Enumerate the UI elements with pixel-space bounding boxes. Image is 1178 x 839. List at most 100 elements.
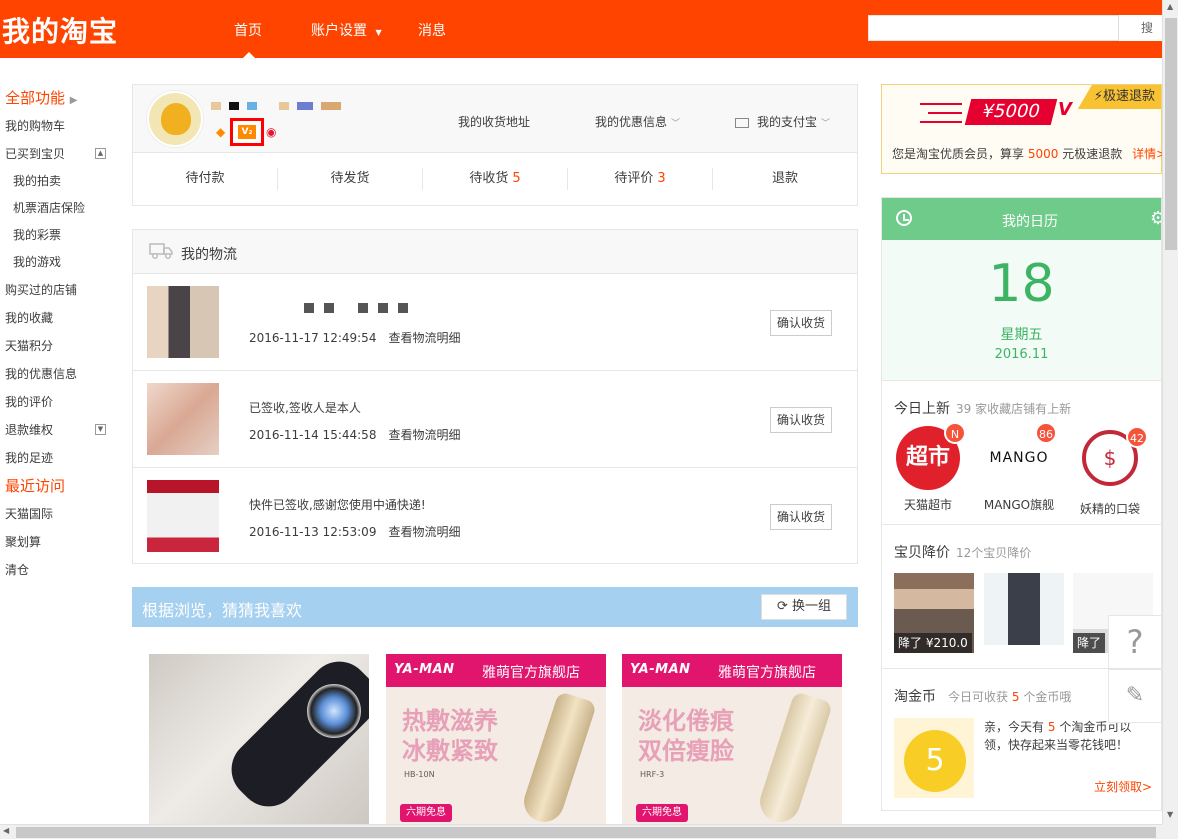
price-drop-item[interactable]: [984, 573, 1064, 645]
sidebar-item-tmall-points[interactable]: 天猫积分: [0, 332, 120, 360]
confirm-receipt-button[interactable]: 确认收货: [770, 504, 832, 530]
sidebar-item-lottery[interactable]: 我的彩票: [0, 222, 120, 249]
fast-refund-banner[interactable]: ⚡极速退款 ¥5000 V 您是淘宝优质会员，算享 5000 元极速退款 详情>: [881, 84, 1166, 174]
calendar-day: 18: [988, 254, 1055, 314]
vip-level-highlight[interactable]: V₂: [230, 118, 264, 146]
sidebar-item-games[interactable]: 我的游戏: [0, 249, 120, 276]
slogan-line: 双倍瘦脸: [638, 737, 734, 765]
coins-sub: 今日可收获 5 个金币哦: [948, 690, 1071, 704]
shop-name: MANGO旗舰: [983, 498, 1055, 512]
shop-name: 妖精的口袋: [1079, 502, 1140, 516]
scroll-left-icon[interactable]: ◀: [3, 826, 9, 835]
scroll-down-icon[interactable]: ▼: [1167, 810, 1173, 819]
price-drop-title: 宝贝降价 12个宝贝降价: [894, 542, 1031, 562]
logistics-header: 我的物流: [133, 230, 857, 274]
shop-yaojing[interactable]: $ 42 妖精的口袋: [1070, 426, 1150, 517]
refresh-button[interactable]: ⟳ 换一组: [761, 594, 847, 620]
product-banner: YA-MAN 雅萌官方旗舰店: [622, 654, 842, 687]
horizontal-scrollbar[interactable]: ◀: [0, 824, 1162, 839]
alipay-icon: [735, 117, 749, 128]
refresh-label: 换一组: [792, 599, 832, 614]
shop-name: 天猫超市: [903, 498, 952, 512]
view-logistics-link[interactable]: 查看物流明细: [388, 331, 460, 345]
sidebar-item-travel[interactable]: 机票酒店保险: [0, 195, 120, 222]
logistics-panel: 我的物流 2016-11-17 12:49:54 查看物流明细 确认收货 已签收,…: [132, 229, 858, 564]
claim-coins-link[interactable]: 立刻领取>: [1094, 778, 1152, 795]
vertical-scrollbar[interactable]: ▲ ▼: [1162, 0, 1178, 824]
new-today-title: 今日上新 39 家收藏店铺有上新: [894, 398, 1071, 418]
tab-refunds[interactable]: 退款: [713, 168, 857, 190]
sidebar-item-tmall-global[interactable]: 天猫国际: [0, 500, 120, 528]
confirm-receipt-button[interactable]: 确认收货: [770, 407, 832, 433]
view-logistics-link[interactable]: 查看物流明细: [388, 428, 460, 442]
expand-icon[interactable]: ▼: [95, 424, 106, 435]
new-today-sub: 39 家收藏店铺有上新: [956, 402, 1071, 416]
view-logistics-link[interactable]: 查看物流明细: [388, 525, 460, 539]
coins-sub-post: 个金币哦: [1023, 690, 1072, 704]
logistics-message: 已签收,签收人是本人: [249, 401, 361, 415]
coupons-link[interactable]: 我的优惠信息 ﹀: [595, 113, 680, 130]
product-slogan: 淡化倦痕 双倍瘦脸: [638, 706, 734, 766]
search-input[interactable]: [868, 15, 1120, 41]
sidebar-item-juhuasuan[interactable]: 聚划算: [0, 528, 120, 556]
sidebar-item-auction[interactable]: 我的拍卖: [0, 168, 120, 195]
avatar[interactable]: [147, 91, 203, 147]
sidebar-item-refunds[interactable]: 退款维权 ▼: [0, 416, 120, 444]
product-card[interactable]: YA-MAN 雅萌官方旗舰店 淡化倦痕 双倍瘦脸 HRF-3 六期免息: [622, 654, 842, 824]
collapse-icon[interactable]: ▲: [95, 148, 106, 159]
product-card[interactable]: [149, 654, 369, 824]
nav-messages[interactable]: 消息: [418, 20, 446, 40]
logo[interactable]: 我的淘宝: [2, 10, 118, 50]
chevron-down-icon: ﹀: [671, 119, 681, 129]
horizontal-scroll-thumb[interactable]: [16, 827, 1156, 838]
sidebar-item-label: 退款维权: [5, 423, 54, 437]
sidebar-item-shops[interactable]: 购买过的店铺: [0, 276, 120, 304]
search-button[interactable]: 搜 索: [1118, 15, 1162, 41]
tab-pending-receipt[interactable]: 待收货 5: [423, 168, 568, 190]
tab-pending-review[interactable]: 待评价 3: [568, 168, 713, 190]
sidebar-item-clearance[interactable]: 清仓: [0, 556, 120, 584]
sidebar-item-footprints[interactable]: 我的足迹: [0, 444, 120, 472]
weibo-icon[interactable]: ◉: [266, 125, 276, 139]
sidebar-item-reviews[interactable]: 我的评价: [0, 388, 120, 416]
product-thumbnail[interactable]: [147, 480, 219, 552]
logistics-row: 快件已签收,感谢您使用中通快递! 2016-11-13 12:53:09 查看物流…: [133, 468, 857, 565]
new-today-count: 39: [956, 402, 972, 416]
logistics-message-blurred: [249, 302, 408, 316]
recommendations-header: 根据浏览，猜猜我喜欢 ⟳ 换一组: [132, 587, 858, 627]
shipping-address-link[interactable]: 我的收货地址: [458, 113, 530, 130]
product-thumbnail[interactable]: [147, 286, 219, 358]
product-thumbnail[interactable]: [147, 383, 219, 455]
sidebar-item-coupons[interactable]: 我的优惠信息: [0, 360, 120, 388]
chevron-right-icon: ▶: [69, 95, 78, 106]
tab-pending-payment[interactable]: 待付款: [133, 168, 278, 190]
nav-account-settings[interactable]: 账户设置 ▼: [311, 20, 382, 40]
profile-card: ◆ V₂ ◉ 我的收货地址 我的优惠信息 ﹀ 我的支付宝 ﹀ 待付款 待发货 待收货…: [132, 84, 858, 206]
timestamp: 2016-11-17 12:49:54: [249, 331, 377, 345]
help-button[interactable]: ?: [1108, 615, 1162, 669]
shop-mango[interactable]: MANGO 86 MANGO旗舰: [979, 422, 1059, 513]
coin-illustration[interactable]: 5: [894, 718, 974, 798]
feedback-button[interactable]: ✎: [1108, 669, 1162, 723]
sidebar-item-favorites[interactable]: 我的收藏: [0, 304, 120, 332]
vertical-scroll-thumb[interactable]: [1165, 18, 1177, 250]
scrollbar-corner: [1162, 824, 1178, 839]
sidebar-all-functions[interactable]: 全部功能 ▶: [0, 86, 120, 112]
gear-icon[interactable]: ⚙: [1150, 208, 1161, 229]
count-badge: 5: [512, 171, 521, 186]
divider: [882, 524, 1161, 525]
alipay-link[interactable]: 我的支付宝 ﹀: [735, 113, 830, 130]
nav-home[interactable]: 首页: [234, 20, 262, 40]
fast-refund-corner: ⚡极速退款: [1077, 85, 1161, 109]
scroll-up-icon[interactable]: ▲: [1167, 2, 1173, 11]
profile-header: ◆ V₂ ◉ 我的收货地址 我的优惠信息 ﹀ 我的支付宝 ﹀: [133, 85, 857, 153]
sidebar-item-bought[interactable]: 已买到宝贝 ▲: [0, 140, 120, 168]
sidebar-item-cart[interactable]: 我的购物车: [0, 112, 120, 140]
price-drop-item[interactable]: 降了 ¥210.0: [894, 573, 974, 653]
product-card[interactable]: YA-MAN 雅萌官方旗舰店 热敷滋养 冰敷紧致 HB-10N 六期免息: [386, 654, 606, 824]
confirm-receipt-button[interactable]: 确认收货: [770, 310, 832, 336]
shop-tmall-supermarket[interactable]: 超市 N 天猫超市: [888, 422, 968, 513]
product-banner: YA-MAN 雅萌官方旗舰店: [386, 654, 606, 687]
price-drop-label: 降了 ¥210.0: [894, 633, 972, 653]
tab-pending-shipment[interactable]: 待发货: [278, 168, 423, 190]
